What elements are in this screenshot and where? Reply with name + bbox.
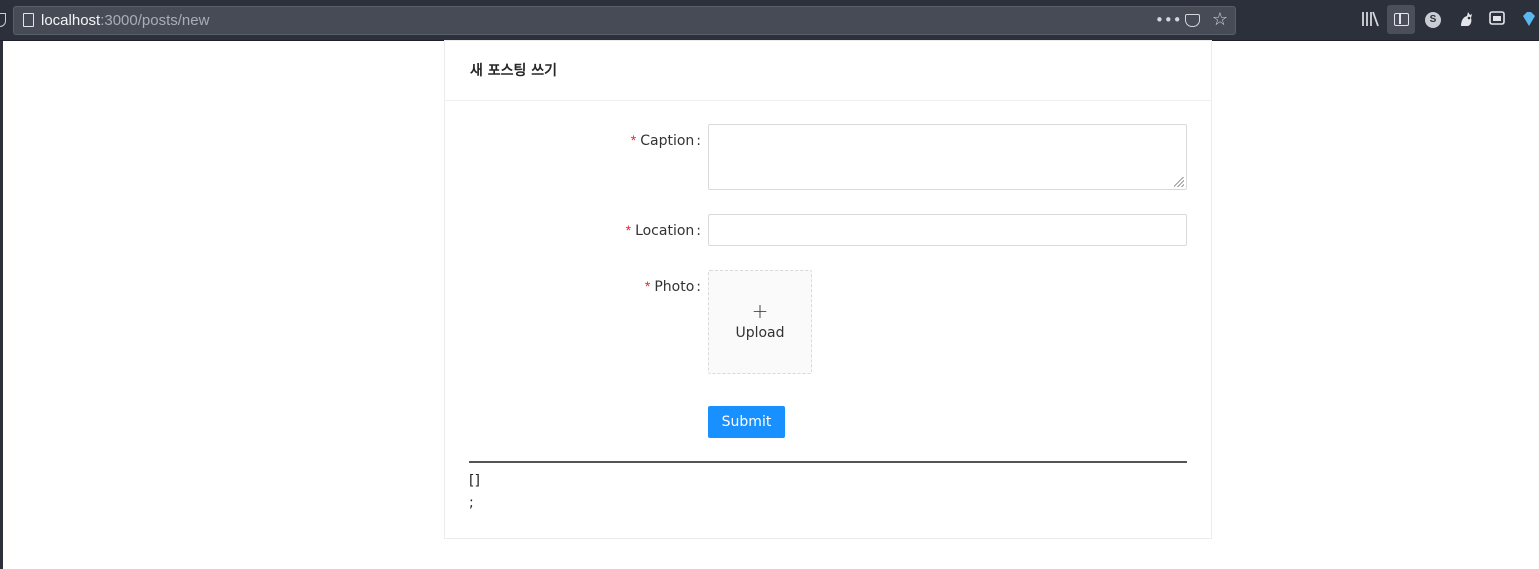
required-mark: * (630, 132, 637, 148)
window-edge (0, 41, 3, 569)
more-actions-icon[interactable]: ••• (1155, 11, 1182, 29)
debug-output-line2: ; (469, 495, 474, 511)
sidebar-toggle-button[interactable] (1387, 5, 1415, 34)
label-colon: : (696, 279, 701, 295)
required-mark: * (625, 222, 632, 238)
label-colon: : (696, 133, 701, 149)
resize-grip-icon[interactable] (1174, 177, 1184, 187)
required-mark: * (644, 278, 651, 294)
divider (469, 461, 1187, 463)
new-post-card: 새 포스팅 쓰기 * Caption: * Location: * Photo: + … (444, 40, 1212, 539)
photo-label-text: Photo (654, 279, 695, 295)
caption-label: * Caption: (631, 132, 701, 149)
debug-output-line1: [] (469, 473, 480, 489)
tracking-shield-icon[interactable] (0, 13, 6, 27)
extension-s-icon[interactable]: S (1425, 12, 1441, 28)
bookmark-star-icon[interactable]: ☆ (1211, 11, 1229, 29)
card-header: 새 포스팅 쓰기 (445, 41, 1211, 101)
url-bar[interactable]: localhost:3000/posts/new ••• ☆ (13, 6, 1236, 35)
extension-screenshot-icon[interactable] (1488, 11, 1506, 29)
caption-textarea[interactable] (708, 124, 1187, 190)
library-icon[interactable] (1361, 11, 1379, 29)
location-label-text: Location (635, 223, 695, 239)
url-path: :3000/posts/new (100, 12, 210, 29)
extension-gnome-icon[interactable] (1457, 11, 1475, 29)
pocket-icon[interactable] (1185, 14, 1200, 27)
sidebar-icon (1394, 13, 1409, 26)
page-title: 새 포스팅 쓰기 (470, 63, 558, 79)
page-icon (23, 13, 34, 27)
photo-label: * Photo: (645, 278, 701, 295)
upload-label: Upload (735, 325, 785, 341)
url-text[interactable]: localhost:3000/posts/new (41, 12, 209, 29)
browser-toolbar: localhost:3000/posts/new ••• ☆ S (0, 0, 1539, 41)
photo-upload-button[interactable]: + Upload (708, 270, 812, 374)
location-label: * Location: (626, 222, 701, 239)
label-colon: : (696, 223, 701, 239)
extension-gem-icon[interactable] (1520, 11, 1538, 29)
submit-button[interactable]: Submit (708, 406, 785, 438)
url-host: localhost (41, 12, 101, 29)
plus-icon: + (751, 299, 769, 323)
caption-label-text: Caption (640, 133, 695, 149)
location-input[interactable] (708, 214, 1187, 246)
